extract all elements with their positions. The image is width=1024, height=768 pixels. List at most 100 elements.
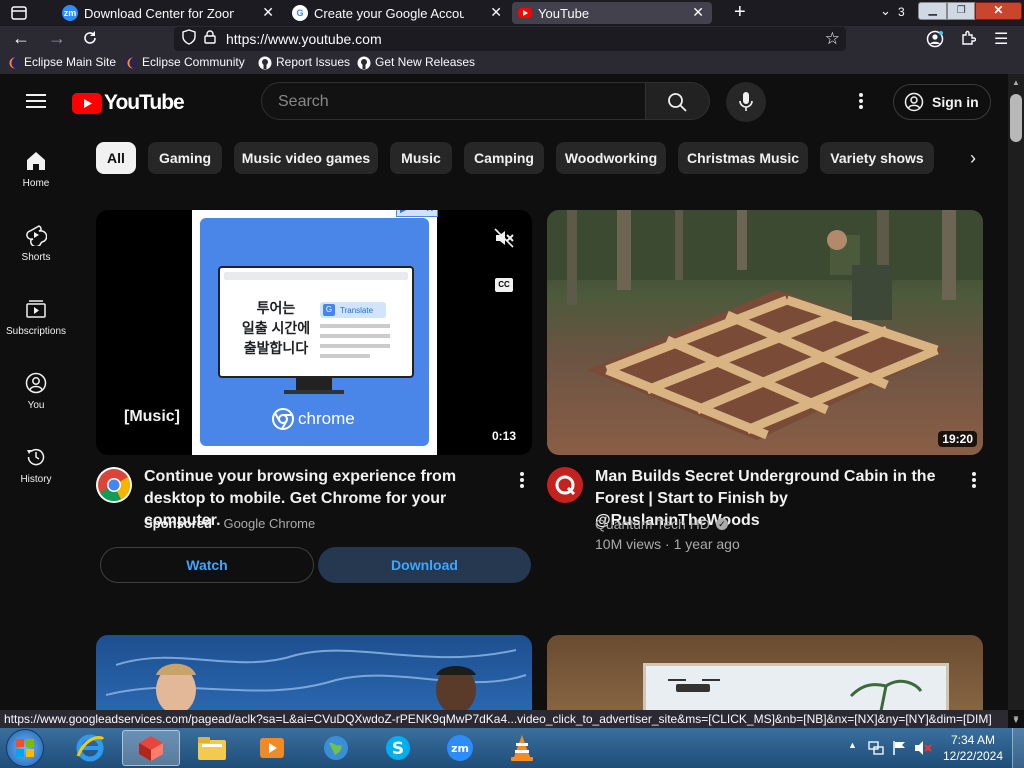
tab-google-account[interactable]: G Create your Google Account ✕ [292, 2, 510, 24]
taskbar-media-player[interactable] [244, 730, 300, 766]
taskbar-file-explorer[interactable] [184, 730, 240, 766]
video-thumbnail-news[interactable] [96, 635, 532, 710]
cabin-frame-illustration [547, 210, 983, 440]
scroll-up-arrow-icon[interactable]: ▲ [1012, 78, 1020, 87]
shield-icon[interactable] [182, 28, 196, 50]
windows-taskbar: S zm ▲ 7:34 AM 12/22/2024 [0, 728, 1024, 768]
view-count: 10M views [595, 536, 662, 552]
more-options-icon[interactable] [858, 92, 864, 115]
taskbar-skype[interactable]: S [370, 730, 426, 766]
system-clock[interactable]: 7:34 AM 12/22/2024 [940, 732, 1006, 764]
minimize-button[interactable]: ▁ [918, 2, 948, 20]
search-box[interactable]: Search [261, 82, 646, 120]
video-more-options-icon[interactable] [971, 471, 977, 494]
search-input[interactable]: Search [278, 93, 329, 111]
windows-logo-icon [16, 739, 34, 757]
forward-arrow-icon[interactable]: → [48, 28, 66, 49]
chip-woodworking[interactable]: Woodworking [556, 142, 666, 174]
svg-text:zm: zm [451, 742, 469, 755]
advertiser-avatar[interactable] [96, 467, 132, 503]
tray-show-hidden-icon[interactable]: ▲ [848, 740, 857, 750]
taskbar-network-app[interactable] [308, 730, 364, 766]
scrollbar-thumb[interactable] [1010, 94, 1022, 142]
advertiser-name[interactable]: Google Chrome [223, 516, 315, 531]
tab-count-badge: 3 [898, 5, 905, 19]
tab-strip: zm Download Center for Zoom ✕ G Create y… [0, 0, 1024, 26]
ad-close-icon[interactable]: ✕ [426, 210, 437, 215]
nav-history[interactable]: History [0, 446, 72, 485]
nav-subscriptions[interactable]: Subscriptions [0, 298, 72, 337]
tray-flag-icon[interactable] [892, 740, 906, 761]
watch-button[interactable]: Watch [100, 547, 314, 583]
download-button[interactable]: Download [318, 547, 531, 583]
tab-list-icon[interactable] [10, 4, 28, 22]
tab-zoom[interactable]: zm Download Center for Zoom ✕ [62, 2, 282, 24]
guide-menu-icon[interactable] [26, 93, 46, 114]
bookmark-get-new-releases[interactable]: Get New Releases [357, 55, 475, 70]
lock-icon[interactable] [204, 29, 216, 49]
ad-creative[interactable]: 투어는 일출 시간에 출발합니다 G Translate chrome [192, 210, 437, 455]
bookmark-star-icon[interactable]: ☆ [825, 29, 840, 49]
ad-video-player[interactable]: 투어는 일출 시간에 출발합니다 G Translate chrome CC [… [96, 210, 532, 455]
taskbar-zoom[interactable]: zm [432, 730, 488, 766]
mute-icon[interactable] [494, 228, 514, 253]
nav-you[interactable]: You [0, 372, 72, 411]
page-scrollbar[interactable]: ▲ ▼ [1008, 74, 1024, 725]
close-window-button[interactable]: ✕ [974, 2, 1022, 20]
chip-music[interactable]: Music [390, 142, 452, 174]
tray-volume-muted-icon[interactable] [914, 740, 932, 761]
account-icon[interactable] [926, 30, 944, 53]
captions-icon[interactable]: CC [495, 278, 513, 292]
bookmark-eclipse-main[interactable]: Eclipse Main Site [6, 55, 116, 69]
new-tab-button[interactable]: + [734, 1, 746, 24]
chip-all[interactable]: All [96, 142, 136, 174]
voice-search-button[interactable] [726, 82, 766, 122]
shorts-icon [26, 225, 47, 246]
maximize-button[interactable]: ❐ [947, 2, 975, 20]
tray-network-icon[interactable] [868, 740, 884, 761]
channel-name[interactable]: Quantum Tech HD ✓ [595, 516, 728, 532]
show-desktop-button[interactable] [1012, 728, 1024, 768]
ad-more-options-icon[interactable] [519, 471, 525, 494]
link-status-bar: https://www.googleadservices.com/pagead/… [0, 710, 1008, 728]
url-bar[interactable]: https://www.youtube.com ☆ [174, 27, 846, 51]
tab-overflow-chevron-icon[interactable]: ⌄ [880, 3, 891, 19]
internet-explorer-icon [76, 734, 105, 762]
search-button[interactable] [646, 82, 710, 120]
chip-christmas-music[interactable]: Christmas Music [678, 142, 808, 174]
close-tab-icon[interactable]: ✕ [490, 4, 502, 21]
start-button[interactable] [6, 729, 44, 767]
extensions-icon[interactable] [960, 30, 977, 51]
youtube-logo[interactable]: YouTube [72, 91, 185, 115]
sponsored-label: Sponsored [144, 516, 212, 531]
menu-hamburger-icon[interactable]: ☰ [994, 29, 1008, 49]
sign-in-button[interactable]: Sign in [893, 84, 991, 120]
chip-camping[interactable]: Camping [464, 142, 544, 174]
channel-avatar[interactable] [547, 467, 583, 503]
nav-shorts[interactable]: Shorts [0, 224, 72, 263]
close-tab-icon[interactable]: ✕ [692, 4, 704, 21]
zoom-favicon-icon: zm [62, 5, 78, 21]
picture-frame [643, 663, 949, 710]
bookmark-report-issues[interactable]: Report Issues [258, 55, 350, 70]
url-text[interactable]: https://www.youtube.com [226, 31, 382, 47]
close-tab-icon[interactable]: ✕ [262, 4, 274, 21]
video-thumbnail-drone[interactable] [547, 635, 983, 710]
chip-gaming[interactable]: Gaming [148, 142, 222, 174]
taskbar-vlc[interactable] [494, 730, 550, 766]
nav-home[interactable]: Home [0, 150, 72, 189]
window-controls: ▁ ❐ ✕ [918, 2, 1022, 20]
scroll-corner-down-arrow-icon[interactable]: ▼ [1012, 714, 1020, 723]
taskbar-active-app[interactable] [122, 730, 180, 766]
adchoices-badge[interactable]: ▶ ✕ [396, 210, 438, 217]
back-arrow-icon[interactable]: ← [12, 28, 30, 49]
chip-music-video-games[interactable]: Music video games [234, 142, 378, 174]
chips-next-chevron-icon[interactable]: › [970, 148, 976, 169]
bookmark-eclipse-community[interactable]: Eclipse Community [124, 55, 245, 69]
tab-youtube[interactable]: YouTube ✕ [512, 2, 712, 24]
youtube-logo-icon [72, 92, 102, 114]
reload-icon[interactable] [82, 30, 98, 51]
video-thumbnail[interactable]: 19:20 [547, 210, 983, 455]
taskbar-internet-explorer[interactable] [62, 730, 118, 766]
chip-variety-shows[interactable]: Variety shows [820, 142, 934, 174]
